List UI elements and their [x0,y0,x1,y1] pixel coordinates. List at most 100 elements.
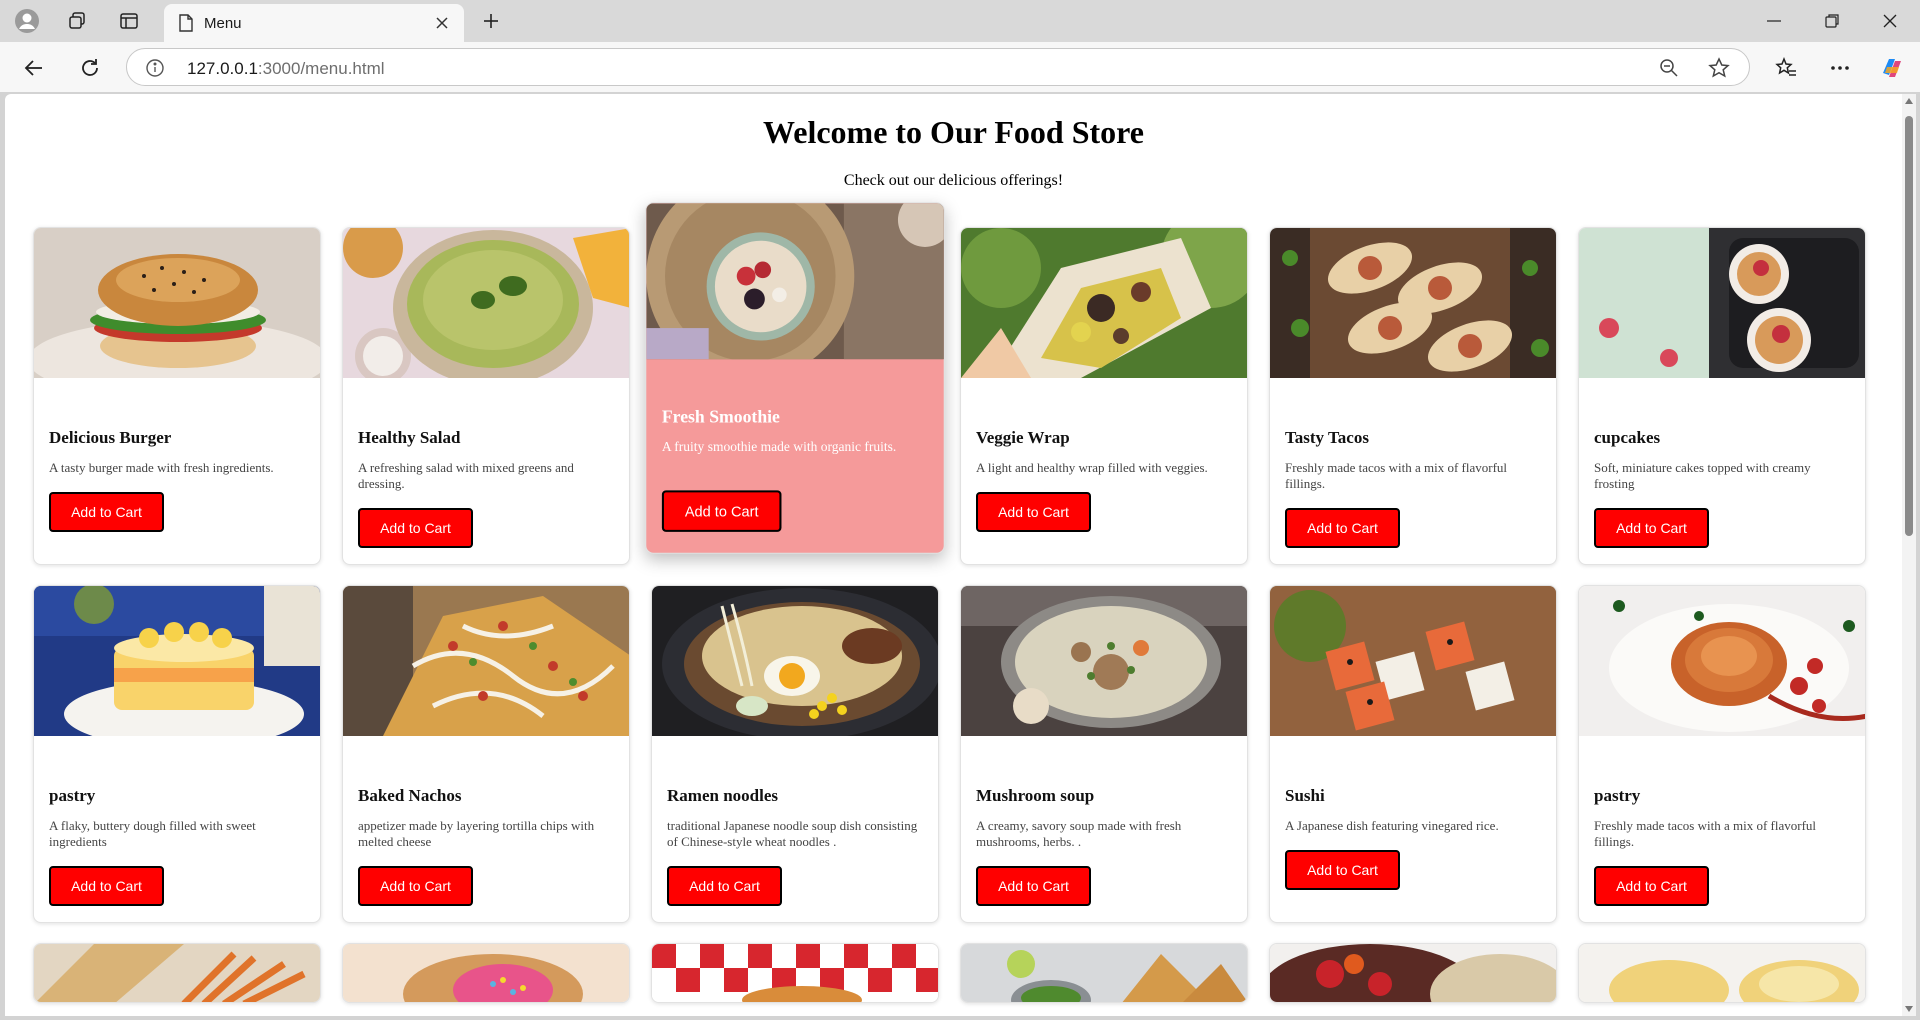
item-description: A flaky, buttery dough filled with sweet… [49,818,256,849]
sandwich-fries-image [34,944,320,1002]
item-name: Tasty Tacos [1285,428,1369,447]
add-to-cart-button[interactable]: Add to Cart [358,508,473,548]
item-name: Fresh Smoothie [661,407,780,427]
menu-card: Baked Nachos appetizer made by layering … [342,585,630,923]
close-window-icon[interactable] [1861,0,1919,42]
tab-title: Menu [204,15,242,32]
add-to-cart-button[interactable]: Add to Cart [976,492,1091,532]
add-to-cart-button[interactable]: Add to Cart [49,866,164,906]
page-viewport: Welcome to Our Food Store Check out our … [5,94,1902,1016]
menu-card: Sushi A Japanese dish featuring vinegare… [1269,585,1557,923]
profile-icon[interactable] [12,6,42,36]
smoothie-bowl-image [646,203,944,360]
sushi-image [1270,586,1556,736]
add-to-cart-button[interactable]: Add to Cart [1594,866,1709,906]
item-description: Freshly made tacos with a mix of flavorf… [1594,818,1817,849]
burger-image [34,228,320,378]
item-description: A light and healthy wrap filled with veg… [976,460,1208,475]
refresh-icon[interactable] [72,50,108,86]
page-scrollbar[interactable] [1902,94,1916,1016]
new-tab-icon[interactable] [476,6,506,36]
site-info-icon[interactable] [145,58,165,78]
menu-card-partial [960,943,1248,1003]
more-options-icon[interactable] [1822,50,1858,86]
hotdog-image [652,944,938,1002]
item-description: traditional Japanese noodle soup dish co… [667,818,918,849]
cake-image [34,586,320,736]
item-name: Delicious Burger [49,428,172,447]
page-title: Welcome to Our Food Store [763,114,1144,150]
address-bar[interactable]: 127.0.0.1:3000/menu.html [126,48,1750,86]
restore-icon[interactable] [1803,0,1861,42]
back-icon[interactable] [16,50,52,86]
close-tab-icon[interactable] [430,11,454,35]
item-description: Freshly made tacos with a mix of flavorf… [1285,460,1508,491]
item-name: Mushroom soup [976,786,1095,805]
page-icon [178,14,194,37]
item-name: Sushi [1285,786,1325,805]
workspaces-icon[interactable] [62,6,92,36]
add-to-cart-button[interactable]: Add to Cart [976,866,1091,906]
active-tab[interactable]: Menu [164,4,464,42]
menu-card-partial [1578,943,1866,1003]
favorites-icon[interactable] [1768,50,1804,86]
menu-card-partial [342,943,630,1003]
item-description: appetizer made by layering tortilla chip… [358,818,595,849]
add-to-cart-button[interactable]: Add to Cart [661,490,782,532]
item-name: pastry [49,786,96,805]
soup-image [961,586,1247,736]
spaghetti-image [1579,586,1865,736]
tacos-image [1270,228,1556,378]
scroll-down-arrow-icon[interactable] [1905,1006,1913,1012]
item-name: cupcakes [1594,428,1661,447]
zoom-out-icon[interactable] [1657,56,1681,80]
item-name: Ramen noodles [667,786,778,805]
samosa-image [961,944,1247,1002]
menu-card: Healthy Salad A refreshing salad with mi… [342,227,630,565]
copilot-icon[interactable] [1874,50,1910,86]
url-host: 127.0.0.1 [187,59,258,78]
nachos-image [343,586,629,736]
add-to-cart-button[interactable]: Add to Cart [667,866,782,906]
donut-image [343,944,629,1002]
item-description: A tasty burger made with fresh ingredien… [49,460,274,475]
item-name: Veggie Wrap [976,428,1070,447]
menu-card: cupcakes Soft, miniature cakes topped wi… [1578,227,1866,565]
item-name: Baked Nachos [358,786,462,805]
menu-card: Tasty Tacos Freshly made tacos with a mi… [1269,227,1557,565]
menu-card: Mushroom soup A creamy, savory soup made… [960,585,1248,923]
add-to-cart-button[interactable]: Add to Cart [1285,850,1400,890]
minimize-icon[interactable] [1745,0,1803,42]
cupcakes-image [1579,228,1865,378]
item-description: A Japanese dish featuring vinegared rice… [1285,818,1499,833]
url-path: :3000/menu.html [257,59,385,78]
item-name: pastry [1594,786,1641,805]
add-to-cart-button[interactable]: Add to Cart [1285,508,1400,548]
url-text[interactable]: 127.0.0.1:3000/menu.html [187,59,385,79]
item-description: A refreshing salad with mixed greens and… [358,460,574,491]
menu-card: Delicious Burger A tasty burger made wit… [33,227,321,565]
menu-card: pastry Freshly made tacos with a mix of … [1578,585,1866,923]
guacamole-image [343,228,629,378]
grilled-vegetables-image [1270,944,1556,1002]
browser-tab-bar: Menu [0,0,1920,42]
scroll-thumb[interactable] [1905,116,1913,536]
add-to-cart-button[interactable]: Add to Cart [1594,508,1709,548]
menu-card-partial [33,943,321,1003]
page-subtitle: Check out our delicious offerings! [843,172,1064,189]
vertical-tabs-icon[interactable] [114,6,144,36]
item-name: Healthy Salad [358,428,461,447]
ramen-image [652,586,938,736]
item-description: A fruity smoothie made with organic frui… [661,438,897,454]
menu-card-partial [651,943,939,1003]
menu-grid: Delicious Burger A tasty burger made wit… [33,202,1873,1003]
favorite-star-icon[interactable] [1707,56,1731,80]
menu-card: pastry A flaky, buttery dough filled wit… [33,585,321,923]
add-to-cart-button[interactable]: Add to Cart [49,492,164,532]
scroll-up-arrow-icon[interactable] [1905,98,1913,104]
wrap-image [961,228,1247,378]
item-description: A creamy, savory soup made with fresh mu… [976,818,1182,849]
loaded-potato-image [1579,944,1865,1002]
browser-toolbar: 127.0.0.1:3000/menu.html [0,42,1920,92]
add-to-cart-button[interactable]: Add to Cart [358,866,473,906]
